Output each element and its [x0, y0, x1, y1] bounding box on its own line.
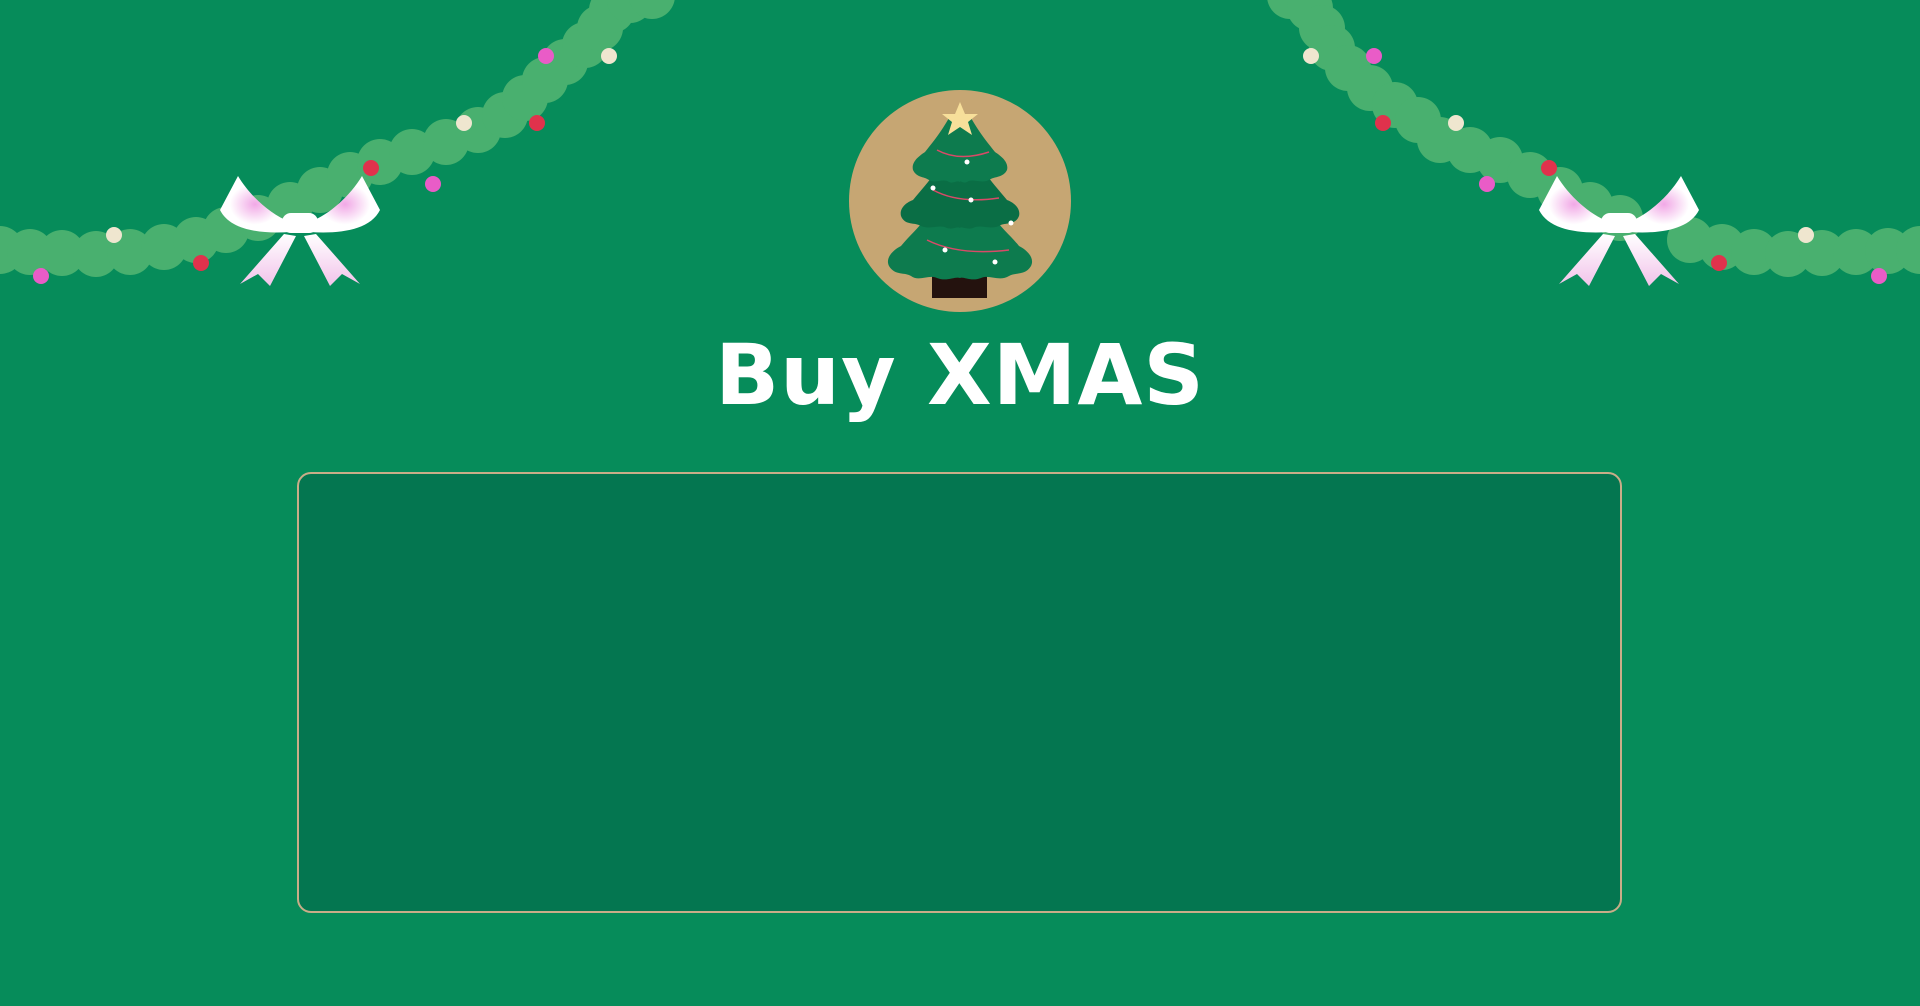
page-title: Buy XMAS: [715, 326, 1205, 424]
content-panel: [297, 472, 1622, 913]
christmas-tree-icon: [849, 90, 1071, 312]
page: Buy XMAS: [0, 0, 1920, 1006]
